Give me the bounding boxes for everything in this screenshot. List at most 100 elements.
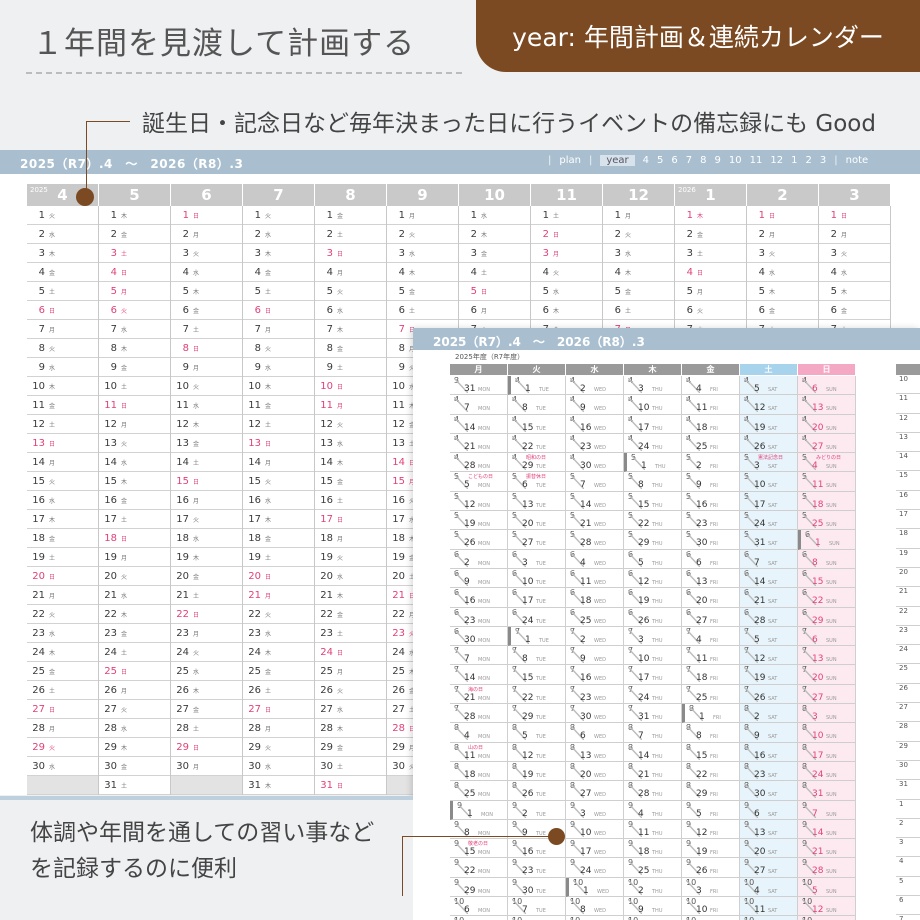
- week-day-cell[interactable]: 921SUN: [798, 839, 856, 859]
- week-day-cell[interactable]: 926FRI: [682, 858, 740, 878]
- week-day-cell[interactable]: 714MON: [450, 665, 508, 685]
- week-day-cell[interactable]: 1011SAT: [740, 897, 798, 917]
- day-cell[interactable]: 20 水: [315, 567, 386, 586]
- day-cell[interactable]: 6水: [315, 301, 386, 320]
- week-day-cell[interactable]: 811MON山の日: [450, 742, 508, 762]
- week-day-cell[interactable]: 44FRI: [682, 376, 740, 396]
- day-cell[interactable]: 9金: [99, 358, 170, 377]
- day-cell[interactable]: 26 月: [99, 681, 170, 700]
- day-cell[interactable]: 21 木: [315, 586, 386, 605]
- day-cell[interactable]: 16 金: [99, 491, 170, 510]
- week-day-cell[interactable]: 92TUE: [508, 800, 566, 820]
- week-day-cell[interactable]: 1019SUN: [798, 916, 856, 920]
- week-day-cell[interactable]: 812TUE: [508, 742, 566, 762]
- day-cell[interactable]: 13 火: [99, 434, 170, 453]
- week-day-cell[interactable]: 627FRI: [682, 607, 740, 627]
- day-cell[interactable]: 17 土: [99, 510, 170, 529]
- week-day-cell[interactable]: 830SAT: [740, 781, 798, 801]
- day-cell[interactable]: 23 土: [315, 624, 386, 643]
- day-cell[interactable]: 1日: [171, 206, 242, 225]
- day-cell[interactable]: 4水: [819, 263, 890, 282]
- week-day-cell[interactable]: 721MON海の日: [450, 684, 508, 705]
- day-cell[interactable]: 7月: [243, 320, 314, 339]
- day-cell[interactable]: 31 木: [243, 776, 314, 795]
- week-day-cell[interactable]: 616MON: [450, 588, 508, 608]
- day-cell[interactable]: 23 月: [171, 624, 242, 643]
- week-day-cell[interactable]: 57WED: [566, 472, 624, 492]
- week-day-cell[interactable]: 519MON: [450, 511, 508, 531]
- week-day-cell[interactable]: 1012SUN: [798, 897, 856, 917]
- week-day-cell[interactable]: 46SUN: [798, 376, 856, 396]
- day-cell[interactable]: 8火: [27, 339, 98, 358]
- day-cell[interactable]: 7木: [315, 320, 386, 339]
- week-day-cell[interactable]: 78TUE: [508, 646, 566, 666]
- week-day-cell[interactable]: 510SAT: [740, 472, 798, 492]
- day-cell[interactable]: 3土: [99, 244, 170, 263]
- week-day-cell[interactable]: 430WED: [566, 453, 624, 473]
- week-day-cell[interactable]: 73THU: [624, 626, 682, 647]
- day-cell[interactable]: 21 土: [171, 586, 242, 605]
- day-cell[interactable]: 29 火: [27, 738, 98, 757]
- tab-8[interactable]: 8: [700, 155, 706, 166]
- tab-1[interactable]: 1: [791, 155, 797, 166]
- week-day-cell[interactable]: 722TUE: [508, 684, 566, 705]
- week-day-cell[interactable]: 52FRI: [682, 453, 740, 473]
- week-day-cell[interactable]: 727SUN: [798, 684, 856, 705]
- week-day-cell[interactable]: 425FRI: [682, 433, 740, 454]
- week-day-cell[interactable]: 723WED: [566, 684, 624, 705]
- week-day-cell[interactable]: 622SUN: [798, 588, 856, 608]
- day-cell[interactable]: 14 水: [99, 453, 170, 472]
- day-cell[interactable]: 23 水: [243, 624, 314, 643]
- day-cell[interactable]: 15 木: [99, 472, 170, 491]
- day-cell[interactable]: 8日: [171, 339, 242, 358]
- day-cell[interactable]: 23 水: [27, 624, 98, 643]
- day-cell[interactable]: 24 火: [171, 643, 242, 662]
- day-cell[interactable]: 24 木: [243, 643, 314, 662]
- day-cell[interactable]: 16 土: [315, 491, 386, 510]
- week-day-cell[interactable]: 68SUN: [798, 549, 856, 569]
- day-cell[interactable]: 25 月: [315, 662, 386, 681]
- day-cell[interactable]: 15 日: [171, 472, 242, 491]
- week-day-cell[interactable]: 410THU: [624, 395, 682, 415]
- day-cell[interactable]: 5日: [459, 282, 530, 301]
- day-cell[interactable]: 4木: [387, 263, 458, 282]
- day-cell[interactable]: 3水: [603, 244, 674, 263]
- week-day-cell[interactable]: 820WED: [566, 761, 624, 782]
- week-day-cell[interactable]: 107TUE: [508, 897, 566, 917]
- day-cell[interactable]: 29 火: [243, 738, 314, 757]
- day-cell[interactable]: 3火: [819, 244, 890, 263]
- week-day-cell[interactable]: 42WED: [566, 376, 624, 396]
- day-cell[interactable]: 8木: [99, 339, 170, 358]
- day-cell[interactable]: 27 水: [315, 700, 386, 719]
- day-cell[interactable]: 11 金: [27, 396, 98, 415]
- week-day-cell[interactable]: 719SAT: [740, 665, 798, 685]
- day-cell[interactable]: 1日: [819, 206, 890, 225]
- week-day-cell[interactable]: 95FRI: [682, 800, 740, 820]
- week-day-cell[interactable]: 83SUN: [798, 704, 856, 724]
- week-day-cell[interactable]: 62MON: [450, 549, 508, 569]
- day-cell[interactable]: 2火: [603, 225, 674, 244]
- tab-5[interactable]: 5: [657, 155, 663, 166]
- tab-3[interactable]: 3: [820, 155, 826, 166]
- week-day-cell[interactable]: 77MON: [450, 646, 508, 666]
- week-day-cell[interactable]: 418FRI: [682, 414, 740, 434]
- week-day-cell[interactable]: 819TUE: [508, 761, 566, 782]
- week-day-cell[interactable]: 521WED: [566, 511, 624, 531]
- week-day-cell[interactable]: 106MON: [450, 897, 508, 917]
- day-cell[interactable]: 1木: [675, 206, 746, 225]
- day-cell[interactable]: 15 火: [27, 472, 98, 491]
- day-cell[interactable]: 25 金: [27, 662, 98, 681]
- week-day-cell[interactable]: 715TUE: [508, 665, 566, 685]
- day-cell[interactable]: 4日: [99, 263, 170, 282]
- week-day-cell[interactable]: 85TUE: [508, 723, 566, 743]
- week-day-cell[interactable]: 831SUN: [798, 781, 856, 801]
- week-day-cell[interactable]: 412SAT: [740, 395, 798, 415]
- week-day-cell[interactable]: 88FRI: [682, 723, 740, 743]
- day-cell[interactable]: 2月: [747, 225, 818, 244]
- week-day-cell[interactable]: 628SAT: [740, 607, 798, 627]
- day-cell[interactable]: 6月: [459, 301, 530, 320]
- week-day-cell[interactable]: 511SUN: [798, 472, 856, 492]
- week-day-cell[interactable]: 612THU: [624, 568, 682, 589]
- day-cell[interactable]: 16 月: [171, 491, 242, 510]
- week-day-cell[interactable]: 419SAT: [740, 414, 798, 434]
